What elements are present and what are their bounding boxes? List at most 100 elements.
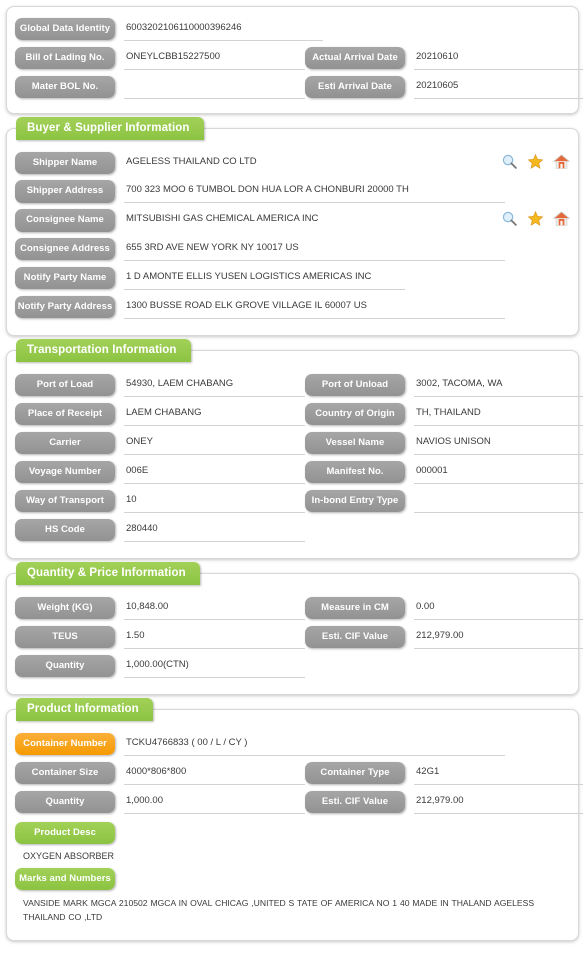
label-country-of-origin: Country of Origin xyxy=(305,402,405,426)
value-voyage-number[interactable]: 006E xyxy=(124,462,305,484)
field-row-consignee-address: Consignee Address 655 3RD AVE NEW YORK N… xyxy=(7,237,578,261)
value-port-of-unload[interactable]: 3002, TACOMA, WA xyxy=(414,375,583,397)
field-way-of-transport: Way of Transport 10 xyxy=(15,489,305,513)
value-shipper-name[interactable]: AGELESS THAILAND CO LTD xyxy=(124,153,493,174)
value-product-desc: OXYGEN ABSORBER xyxy=(23,851,115,862)
field-consignee-name: Consignee Name MITSUBISHI GAS CHEMICAL A… xyxy=(15,209,570,232)
field-row-product-quantity-cif: Quantity 1,000.00 Esti. CIF Value 212,97… xyxy=(7,790,583,814)
value-hs-code[interactable]: 280440 xyxy=(124,520,305,542)
consignee-actions xyxy=(501,209,570,227)
value-product-quantity[interactable]: 1,000.00 xyxy=(124,792,305,814)
field-row-transport-inbond: Way of Transport 10 In-bond Entry Type xyxy=(7,489,583,513)
home-icon[interactable] xyxy=(553,210,570,227)
field-esti-arrival-date: Esti Arrival Date 20210605 xyxy=(305,76,583,99)
star-icon[interactable] xyxy=(527,153,544,170)
value-vessel-name[interactable]: NAVIOS UNISON xyxy=(414,433,583,455)
label-container-type: Container Type xyxy=(305,761,405,785)
field-manifest-no: Manifest No. 000001 xyxy=(305,460,583,484)
field-row-mater-bol: Mater BOL No. Esti Arrival Date 20210605 xyxy=(7,76,583,99)
value-carrier[interactable]: ONEY xyxy=(124,433,305,455)
label-notify-party-name: Notify Party Name xyxy=(15,266,115,290)
label-teus: TEUS xyxy=(15,625,115,649)
field-place-of-receipt: Place of Receipt LAEM CHABANG xyxy=(15,402,305,426)
field-bill-of-lading-no: Bill of Lading No. ONEYLCBB15227500 xyxy=(15,47,305,70)
field-consignee-address: Consignee Address 655 3RD AVE NEW YORK N… xyxy=(15,237,570,261)
field-shipper-name: Shipper Name AGELESS THAILAND CO LTD xyxy=(15,152,570,175)
value-product-esti-cif-value[interactable]: 212,979.00 xyxy=(414,792,583,814)
value-teus[interactable]: 1.50 xyxy=(124,627,305,649)
transportation-panel: Transportation Information Port of Load … xyxy=(6,338,583,559)
field-port-of-unload: Port of Unload 3002, TACOMA, WA xyxy=(305,373,583,397)
value-way-of-transport[interactable]: 10 xyxy=(124,491,305,513)
label-mater-bol-no: Mater BOL No. xyxy=(15,76,115,99)
value-country-of-origin[interactable]: TH, THAILAND xyxy=(414,404,583,426)
value-container-number[interactable]: TCKU4766833 ( 00 / L / CY ) xyxy=(124,734,505,756)
label-manifest-no: Manifest No. xyxy=(305,460,405,484)
field-row-carrier-vessel: Carrier ONEY Vessel Name NAVIOS UNISON xyxy=(7,431,583,455)
label-notify-party-address: Notify Party Address xyxy=(15,295,115,319)
field-row-voyage-manifest: Voyage Number 006E Manifest No. 000001 xyxy=(7,460,583,484)
product-information-panel: Product Information Container Number TCK… xyxy=(6,697,583,941)
field-product-esti-cif-value: Esti. CIF Value 212,979.00 xyxy=(305,790,583,814)
label-quantity: Quantity xyxy=(15,654,115,678)
search-icon[interactable] xyxy=(501,210,518,227)
field-container-number: Container Number TCKU4766833 ( 00 / L / … xyxy=(15,732,570,756)
label-shipper-name: Shipper Name xyxy=(15,152,115,175)
field-row-container-size-type: Container Size 4000*806*800 Container Ty… xyxy=(7,761,583,785)
field-actual-arrival-date: Actual Arrival Date 20210610 xyxy=(305,47,583,70)
search-icon[interactable] xyxy=(501,153,518,170)
field-notify-party-address: Notify Party Address 1300 BUSSE ROAD ELK… xyxy=(15,295,570,319)
value-mater-bol-no[interactable] xyxy=(124,77,305,99)
label-product-quantity: Quantity xyxy=(15,790,115,814)
field-row-teus-cif: TEUS 1.50 Esti. CIF Value 212,979.00 xyxy=(7,625,583,649)
value-manifest-no[interactable]: 000001 xyxy=(414,462,583,484)
label-consignee-name: Consignee Name xyxy=(15,209,115,232)
field-row-global-data-identity: Global Data Identity 6003202106110000396… xyxy=(7,18,578,41)
value-global-data-identity[interactable]: 6003202106110000396246 xyxy=(124,19,323,41)
value-place-of-receipt[interactable]: LAEM CHABANG xyxy=(124,404,305,426)
label-product-desc: Product Desc xyxy=(15,821,115,845)
value-shipper-address[interactable]: 700 323 MOO 6 TUMBOL DON HUA LOR A CHONB… xyxy=(124,181,505,204)
label-marks-and-numbers: Marks and Numbers xyxy=(15,867,115,891)
label-measure-in-cm: Measure in CM xyxy=(305,596,405,620)
value-quantity[interactable]: 1,000.00(CTN) xyxy=(124,656,305,678)
field-carrier: Carrier ONEY xyxy=(15,431,305,455)
field-vessel-name: Vessel Name NAVIOS UNISON xyxy=(305,431,583,455)
value-weight-kg[interactable]: 10,848.00 xyxy=(124,598,305,620)
value-consignee-address[interactable]: 655 3RD AVE NEW YORK NY 10017 US xyxy=(124,239,505,261)
field-row-container-number: Container Number TCKU4766833 ( 00 / L / … xyxy=(7,732,578,756)
home-icon[interactable] xyxy=(553,153,570,170)
field-row-quantity: Quantity 1,000.00(CTN) xyxy=(7,654,578,678)
value-actual-arrival-date[interactable]: 20210610 xyxy=(414,48,583,70)
value-notify-party-address[interactable]: 1300 BUSSE ROAD ELK GROVE VILLAGE IL 600… xyxy=(124,297,505,319)
field-row-notify-party-name: Notify Party Name 1 D AMONTE ELLIS YUSEN… xyxy=(7,266,578,290)
label-actual-arrival-date: Actual Arrival Date xyxy=(305,47,405,70)
value-port-of-load[interactable]: 54930, LAEM CHABANG xyxy=(124,375,305,397)
quantity-price-title: Quantity & Price Information xyxy=(16,561,200,585)
value-bill-of-lading-no[interactable]: ONEYLCBB15227500 xyxy=(124,48,305,70)
label-carrier: Carrier xyxy=(15,431,115,455)
label-vessel-name: Vessel Name xyxy=(305,431,405,455)
value-esti-arrival-date[interactable]: 20210605 xyxy=(414,77,583,99)
product-information-title: Product Information xyxy=(16,697,153,721)
buyer-supplier-title: Buyer & Supplier Information xyxy=(16,117,204,140)
value-container-size[interactable]: 4000*806*800 xyxy=(124,763,305,785)
label-global-data-identity: Global Data Identity xyxy=(15,18,115,41)
field-notify-party-name: Notify Party Name 1 D AMONTE ELLIS YUSEN… xyxy=(15,266,570,290)
value-measure-in-cm[interactable]: 0.00 xyxy=(414,598,583,620)
label-port-of-load: Port of Load xyxy=(15,373,115,397)
value-container-type[interactable]: 42G1 xyxy=(414,763,583,785)
label-consignee-address: Consignee Address xyxy=(15,237,115,261)
value-marks-and-numbers: VANSIDE MARK MGCA 210502 MGCA IN OVAL CH… xyxy=(23,898,535,922)
star-icon[interactable] xyxy=(527,210,544,227)
label-place-of-receipt: Place of Receipt xyxy=(15,402,115,426)
label-in-bond-entry-type: In-bond Entry Type xyxy=(305,489,405,513)
shipper-actions xyxy=(501,152,570,170)
field-country-of-origin: Country of Origin TH, THAILAND xyxy=(305,402,583,426)
field-voyage-number: Voyage Number 006E xyxy=(15,460,305,484)
value-consignee-name[interactable]: MITSUBISHI GAS CHEMICAL AMERICA INC xyxy=(124,210,493,231)
value-esti-cif-value[interactable]: 212,979.00 xyxy=(414,627,583,649)
value-notify-party-name[interactable]: 1 D AMONTE ELLIS YUSEN LOGISTICS AMERICA… xyxy=(124,268,405,290)
label-weight-kg: Weight (KG) xyxy=(15,596,115,620)
value-in-bond-entry-type[interactable] xyxy=(414,491,583,513)
